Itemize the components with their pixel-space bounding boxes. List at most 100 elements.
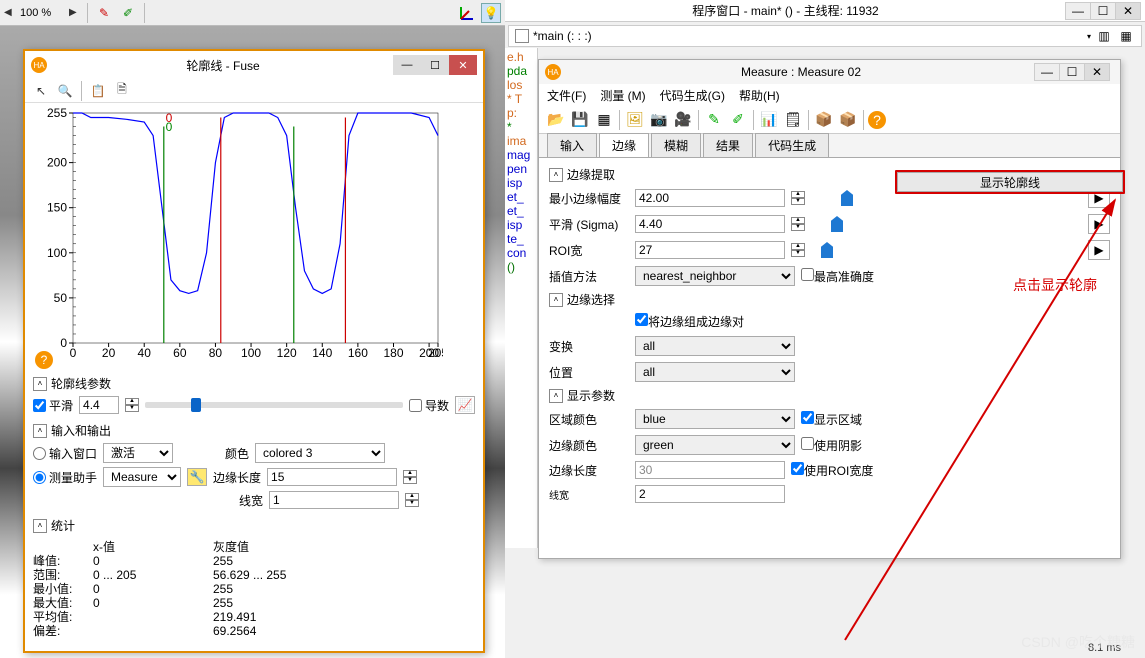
list-icon[interactable]: 🗒: [782, 109, 804, 131]
video-icon[interactable]: 🎥: [672, 109, 694, 131]
roi-width-spinner[interactable]: ▲▼: [791, 243, 805, 257]
maximize-button[interactable]: ☐: [421, 55, 449, 75]
edge-length-input2[interactable]: [635, 461, 785, 479]
layout-icon[interactable]: ▥: [1095, 27, 1113, 45]
group-edge-select: 边缘选择: [567, 291, 615, 308]
tab-input[interactable]: 输入: [547, 133, 597, 157]
slider-marker-icon[interactable]: [831, 216, 843, 232]
maximize-button[interactable]: ☐: [1090, 2, 1116, 20]
line-width-input2[interactable]: [635, 485, 785, 503]
interp-select[interactable]: nearest_neighbor: [635, 266, 795, 286]
chart-reset-icon[interactable]: 📈: [455, 396, 475, 414]
caret-icon[interactable]: ˄: [549, 389, 563, 403]
arrow-left-icon[interactable]: ◀: [4, 7, 16, 18]
arrow-right-icon[interactable]: ▶: [69, 7, 81, 18]
chart-icon[interactable]: 📊: [758, 109, 780, 131]
sigma-input[interactable]: [635, 215, 785, 233]
help-icon[interactable]: ?: [868, 111, 886, 129]
min-amp-spinner[interactable]: ▲▼: [791, 191, 805, 205]
close-button[interactable]: ✕: [1115, 2, 1141, 20]
slider-marker-icon[interactable]: [841, 190, 853, 206]
edge-length-input[interactable]: [267, 468, 397, 486]
pen-green-icon[interactable]: ✎: [703, 109, 725, 131]
line-width-input[interactable]: [269, 491, 399, 509]
camera-icon[interactable]: 📷: [648, 109, 670, 131]
show-profile-button[interactable]: 显示轮廓线: [897, 172, 1123, 192]
position-select[interactable]: all: [635, 362, 795, 382]
max-accuracy-checkbox[interactable]: 最高准确度: [801, 268, 874, 285]
minimize-button[interactable]: —: [393, 55, 421, 75]
svg-text:200: 200: [47, 156, 67, 170]
tab-edge[interactable]: 边缘: [599, 133, 649, 157]
roi-width-input[interactable]: [635, 241, 785, 259]
caret-icon[interactable]: ˄: [33, 377, 47, 391]
pair-checkbox[interactable]: 将边缘组成边缘对: [635, 313, 744, 330]
tab-blur[interactable]: 模糊: [651, 133, 701, 157]
measure-select[interactable]: Measure 02: [103, 467, 181, 487]
box1-icon[interactable]: 📦: [813, 109, 835, 131]
activate-select[interactable]: 激活: [103, 443, 173, 463]
pen-red-icon[interactable]: ✐: [727, 109, 749, 131]
copy-icon[interactable]: 📋: [88, 81, 108, 101]
menu-measure[interactable]: 测量 (M): [600, 87, 645, 104]
edge-length-spinner[interactable]: ▲▼: [403, 470, 417, 484]
transform-select[interactable]: all: [635, 336, 795, 356]
save-icon[interactable]: 💾: [569, 109, 591, 131]
use-roi-width-checkbox[interactable]: 使用ROI宽度: [791, 462, 873, 479]
open-icon[interactable]: 📂: [545, 109, 567, 131]
measure-assist-radio[interactable]: 测量助手: [33, 469, 97, 486]
menu-file[interactable]: 文件(F): [547, 87, 586, 104]
input-window-radio[interactable]: 输入窗口: [33, 445, 97, 462]
caret-icon[interactable]: ˄: [549, 293, 563, 307]
line-width-label2: 线宽: [549, 487, 629, 502]
doc-icon[interactable]: 🗎: [112, 81, 132, 101]
sigma-spinner[interactable]: ▲▼: [791, 217, 805, 231]
cursor-icon[interactable]: ↖: [31, 81, 51, 101]
menu-help[interactable]: 帮助(H): [739, 87, 780, 104]
caret-icon[interactable]: ˄: [549, 168, 563, 182]
tool-brush-icon[interactable]: ✐: [118, 3, 138, 23]
edge-color-select[interactable]: green: [635, 435, 795, 455]
smooth-value-input[interactable]: [79, 396, 119, 414]
minimize-button[interactable]: —: [1065, 2, 1091, 20]
line-width-spinner[interactable]: ▲▼: [405, 493, 419, 507]
file-tab[interactable]: *main (: : :): [533, 29, 592, 43]
go-measure-icon[interactable]: 🔧: [187, 468, 207, 486]
caret-icon[interactable]: ˄: [33, 519, 47, 533]
min-amp-label: 最小边缘幅度: [549, 190, 629, 207]
tab-code[interactable]: 代码生成: [755, 133, 829, 157]
menu-codegen[interactable]: 代码生成(G): [660, 87, 725, 104]
close-button[interactable]: ✕: [449, 55, 477, 75]
tool-pencil-icon[interactable]: ✎: [94, 3, 114, 23]
help-icon[interactable]: ?: [35, 351, 53, 369]
box2-icon[interactable]: 📦: [837, 109, 859, 131]
caret-icon[interactable]: ˄: [33, 424, 47, 438]
zoom-level[interactable]: 100 %: [20, 7, 65, 19]
svg-text:0: 0: [60, 336, 67, 350]
minimize-button[interactable]: —: [1034, 63, 1060, 81]
maximize-button[interactable]: ☐: [1059, 63, 1085, 81]
action-icon[interactable]: ▶: [1088, 214, 1110, 234]
grid-icon[interactable]: ▦: [593, 109, 615, 131]
smooth-slider[interactable]: [145, 402, 403, 408]
color-select[interactable]: colored 3: [255, 443, 385, 463]
code-gutter: e.hpdalos* Tp:*imamagpenispet_et_ispte_c…: [505, 48, 538, 548]
min-amp-input[interactable]: [635, 189, 785, 207]
panel-icon[interactable]: ▦: [1117, 27, 1135, 45]
smooth-checkbox[interactable]: 平滑: [33, 397, 73, 414]
chevron-down-icon[interactable]: ▾: [1087, 32, 1091, 41]
slider-marker-icon[interactable]: [821, 242, 833, 258]
derivative-checkbox[interactable]: 导数: [409, 397, 449, 414]
measure-toolbar: 📂 💾 ▦ 🖼 📷 🎥 ✎ ✐ 📊 🗒 📦 📦 ?: [539, 106, 1120, 134]
use-shadow-checkbox[interactable]: 使用阴影: [801, 437, 862, 454]
bulb-icon[interactable]: 💡: [481, 3, 501, 23]
region-color-select[interactable]: blue: [635, 409, 795, 429]
action-icon[interactable]: ▶: [1088, 240, 1110, 260]
image-icon[interactable]: 🖼: [624, 109, 646, 131]
close-button[interactable]: ✕: [1084, 63, 1110, 81]
show-region-checkbox[interactable]: 显示区域: [801, 411, 862, 428]
axes-icon[interactable]: [457, 3, 477, 23]
tab-result[interactable]: 结果: [703, 133, 753, 157]
smooth-spinner[interactable]: ▲▼: [125, 398, 139, 412]
zoom-icon[interactable]: 🔍: [55, 81, 75, 101]
